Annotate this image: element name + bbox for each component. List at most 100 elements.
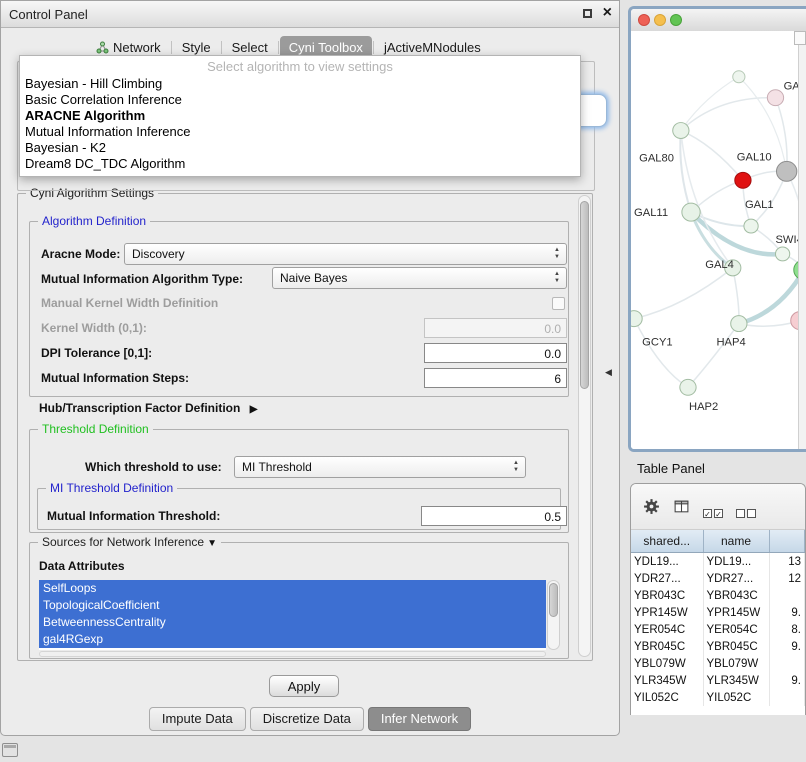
table-cell[interactable]: YER054C [631, 621, 703, 638]
table-row[interactable]: YBR045CYBR045C9. [631, 638, 805, 655]
network-edge[interactable] [681, 131, 743, 181]
table-cell[interactable]: YBL079W [703, 655, 769, 672]
table-cell[interactable]: YDL19... [631, 553, 703, 571]
table-row[interactable]: YLR345WYLR345W9. [631, 672, 805, 689]
table-cell[interactable]: YLR345W [631, 672, 703, 689]
algorithm-option[interactable]: Dream8 DC_TDC Algorithm [20, 156, 580, 172]
network-window-titlebar[interactable] [631, 9, 806, 32]
table-cell[interactable]: 13 [769, 553, 805, 571]
sources-group-title[interactable]: Sources for Network Inference▼ [38, 535, 221, 549]
zoom-traffic-light[interactable] [670, 14, 682, 26]
panel-splitter-arrow[interactable]: ◀ [605, 367, 612, 378]
data-attributes-list[interactable]: SelfLoopsTopologicalCoefficientBetweenne… [39, 580, 546, 650]
network-node-gal1[interactable] [744, 219, 758, 233]
table-cell[interactable]: YDR27... [631, 570, 703, 587]
network-node-gal10[interactable] [776, 161, 796, 181]
table-cell[interactable]: 9. [769, 604, 805, 621]
mi-algorithm-type-combo[interactable]: Naive Bayes ▲▼ [272, 267, 567, 289]
table-cell[interactable]: 9. [769, 638, 805, 655]
control-panel-titlebar[interactable]: Control Panel × [1, 1, 619, 28]
table-row[interactable]: YDR27...YDR27...12 [631, 570, 805, 587]
manual-kernel-checkbox[interactable] [552, 297, 565, 310]
network-node-gal[interactable] [767, 90, 783, 106]
tab-infer-network[interactable]: Infer Network [368, 707, 471, 731]
close-icon[interactable]: × [603, 4, 612, 22]
table-row[interactable]: YBR043CYBR043C [631, 587, 805, 604]
table-cell[interactable]: YBR043C [703, 587, 769, 604]
network-node-hap2[interactable] [680, 379, 696, 395]
table-cell[interactable]: YDR27... [703, 570, 769, 587]
network-edge[interactable] [634, 268, 733, 319]
network-node[interactable] [735, 172, 751, 188]
attributes-scrollbar[interactable] [547, 580, 560, 650]
column-header-name[interactable]: name [703, 530, 769, 553]
column-header-extra[interactable] [769, 530, 805, 553]
attributes-scrollbar-horizontal[interactable] [39, 651, 546, 657]
dpi-tolerance-field[interactable]: 0.0 [424, 343, 567, 363]
data-attribute-item[interactable]: SelfLoops [39, 580, 546, 597]
network-node-hap4[interactable] [731, 316, 747, 332]
table-cell[interactable] [769, 655, 805, 672]
algorithm-option[interactable]: ARACNE Algorithm [20, 108, 580, 124]
table-cell[interactable]: YBR045C [631, 638, 703, 655]
close-traffic-light[interactable] [638, 14, 650, 26]
float-window-icon[interactable] [583, 9, 592, 18]
deselect-all-icon[interactable] [736, 498, 756, 529]
network-node-gal11[interactable] [682, 203, 700, 221]
scrollbar-thumb[interactable] [549, 583, 558, 617]
mi-steps-field[interactable]: 6 [424, 368, 567, 388]
algorithm-option[interactable]: Bayesian - K2 [20, 140, 580, 156]
columns-icon[interactable] [673, 498, 690, 515]
network-node-gal80[interactable] [673, 123, 689, 139]
table-cell[interactable]: YIL052C [703, 689, 769, 706]
scrollbar-thumb[interactable] [580, 201, 589, 389]
gear-icon[interactable] [643, 498, 660, 515]
tab-discretize-data[interactable]: Discretize Data [250, 707, 364, 731]
table-cell[interactable]: YIL052C [631, 689, 703, 706]
table-cell[interactable]: YLR345W [703, 672, 769, 689]
network-edge[interactable] [681, 98, 776, 131]
table-cell[interactable]: YDL19... [703, 553, 769, 571]
network-node-gcy1[interactable] [631, 311, 642, 327]
table-cell[interactable]: YER054C [703, 621, 769, 638]
settings-scrollbar[interactable] [578, 195, 591, 657]
table-cell[interactable]: 12 [769, 570, 805, 587]
network-overview-button[interactable] [794, 31, 806, 45]
minimize-traffic-light[interactable] [654, 14, 666, 26]
data-attribute-item[interactable]: BetweennessCentrality [39, 614, 546, 631]
dock-restore-icon[interactable] [2, 743, 18, 757]
table-cell[interactable]: 8. [769, 621, 805, 638]
hub-section-toggle[interactable]: Hub/Transcription Factor Definition ▶ [39, 401, 257, 415]
tab-impute-data[interactable]: Impute Data [149, 707, 246, 731]
data-attribute-item[interactable]: gal4RGexp [39, 631, 546, 648]
table-cell[interactable] [769, 587, 805, 604]
table-row[interactable]: YIL052CYIL052C [631, 689, 805, 706]
table-cell[interactable]: YBR043C [631, 587, 703, 604]
network-canvas[interactable]: GALGAL80GAL10GAL11GAL1SWI4GAL4GCY1HAP4YH… [631, 31, 806, 449]
table-cell[interactable]: YPR145W [631, 604, 703, 621]
algorithm-option[interactable]: Mutual Information Inference [20, 124, 580, 140]
table-cell[interactable]: YBR045C [703, 638, 769, 655]
which-threshold-combo[interactable]: MI Threshold ▲▼ [234, 456, 526, 478]
table-cell[interactable]: YPR145W [703, 604, 769, 621]
table-cell[interactable]: YBL079W [631, 655, 703, 672]
table-row[interactable]: YDL19...YDL19...13 [631, 553, 805, 571]
table-row[interactable]: YBL079WYBL079W [631, 655, 805, 672]
table-row[interactable]: YER054CYER054C8. [631, 621, 805, 638]
network-scrollbar[interactable] [798, 45, 806, 449]
select-all-icon[interactable]: ✓✓ [703, 498, 723, 529]
mi-threshold-field[interactable]: 0.5 [421, 506, 567, 526]
column-header-shared[interactable]: shared... [631, 530, 703, 553]
network-node[interactable] [733, 71, 745, 83]
table-cell[interactable]: 9. [769, 672, 805, 689]
aracne-mode-combo[interactable]: Discovery ▲▼ [124, 243, 567, 265]
network-edge[interactable] [634, 319, 688, 388]
network-edge[interactable] [688, 324, 739, 388]
algorithm-option[interactable]: Basic Correlation Inference [20, 92, 580, 108]
table-cell[interactable] [769, 689, 805, 706]
algorithm-option[interactable]: Bayesian - Hill Climbing [20, 76, 580, 92]
network-node-swi4[interactable] [775, 247, 789, 261]
data-attribute-item[interactable]: TopologicalCoefficient [39, 597, 546, 614]
apply-button[interactable]: Apply [269, 675, 339, 697]
table-row[interactable]: YPR145WYPR145W9. [631, 604, 805, 621]
